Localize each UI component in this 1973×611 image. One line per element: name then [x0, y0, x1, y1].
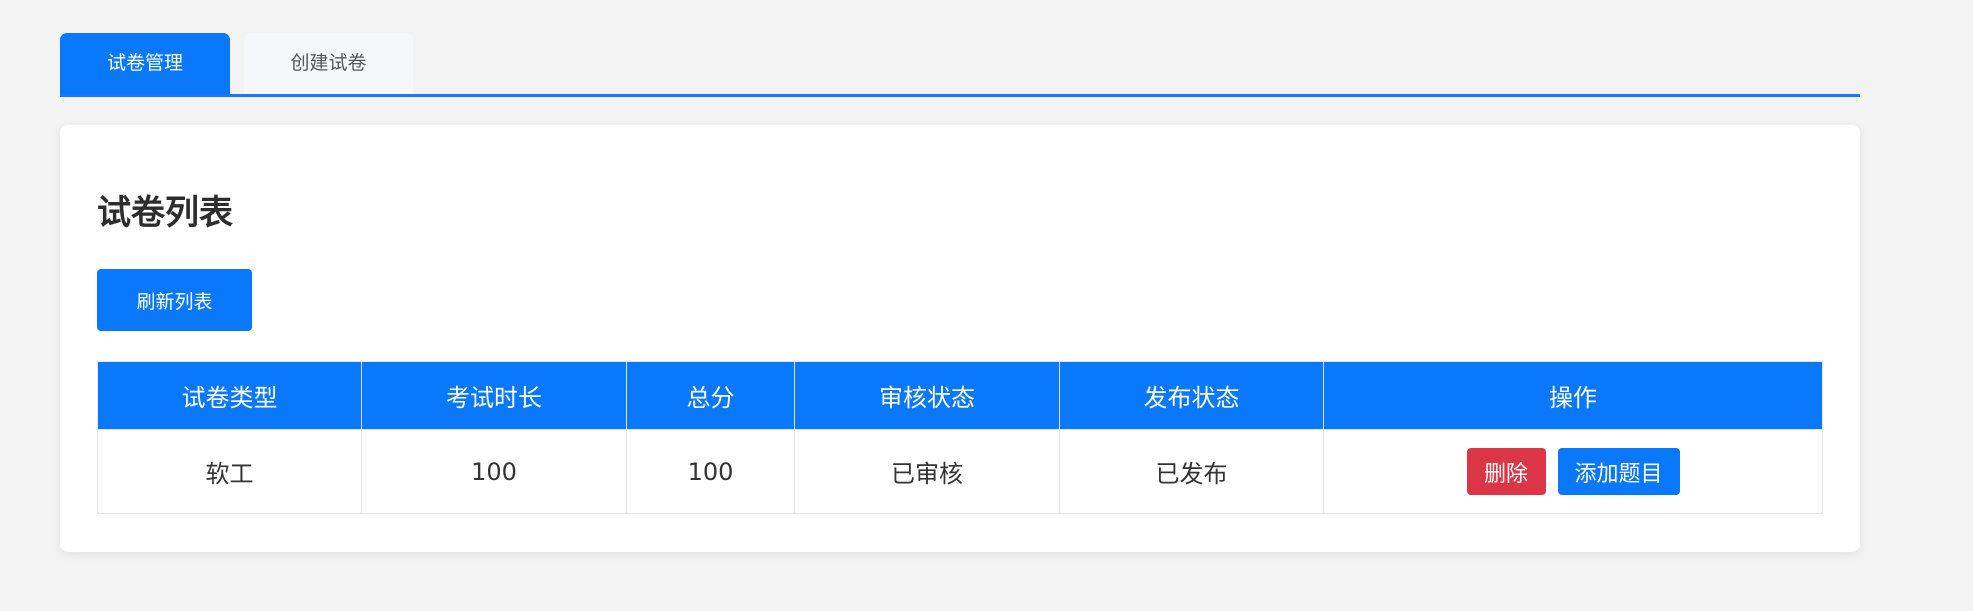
delete-button[interactable]: 删除 [1466, 448, 1546, 495]
header-actions: 操作 [1323, 361, 1823, 430]
table-header: 试卷类型 考试时长 总分 审核状态 发布状态 操作 [97, 361, 1823, 430]
cell-duration: 100 [361, 429, 627, 514]
table-header-row: 试卷类型 考试时长 总分 审核状态 发布状态 操作 [97, 361, 1823, 430]
table-row: 软工 100 100 已审核 已发布 删除 添加题目 [97, 429, 1823, 514]
cell-actions: 删除 添加题目 [1323, 429, 1823, 514]
header-review-status: 审核状态 [794, 361, 1060, 430]
tab-bar: 试卷管理 创建试卷 [60, 30, 1860, 97]
tab-create-exam[interactable]: 创建试卷 [244, 33, 413, 94]
cell-publish-status: 已发布 [1059, 429, 1324, 514]
exam-table: 试卷类型 考试时长 总分 审核状态 发布状态 操作 软工 100 100 已审核… [97, 361, 1823, 514]
refresh-list-button[interactable]: 刷新列表 [97, 269, 252, 331]
header-exam-type: 试卷类型 [97, 361, 362, 430]
header-duration: 考试时长 [361, 361, 627, 430]
page-title: 试卷列表 [97, 193, 233, 233]
cell-review-status: 已审核 [794, 429, 1060, 514]
header-total-score: 总分 [626, 361, 795, 430]
row-actions: 删除 添加题目 [1324, 448, 1822, 495]
tab-exam-management[interactable]: 试卷管理 [60, 33, 230, 94]
cell-exam-type: 软工 [97, 429, 362, 514]
exam-list-panel: 试卷列表 刷新列表 试卷类型 考试时长 总分 审核状态 发布状态 操作 软工 1… [60, 125, 1860, 552]
header-publish-status: 发布状态 [1059, 361, 1324, 430]
cell-total-score: 100 [626, 429, 795, 514]
add-question-button[interactable]: 添加题目 [1557, 448, 1680, 495]
